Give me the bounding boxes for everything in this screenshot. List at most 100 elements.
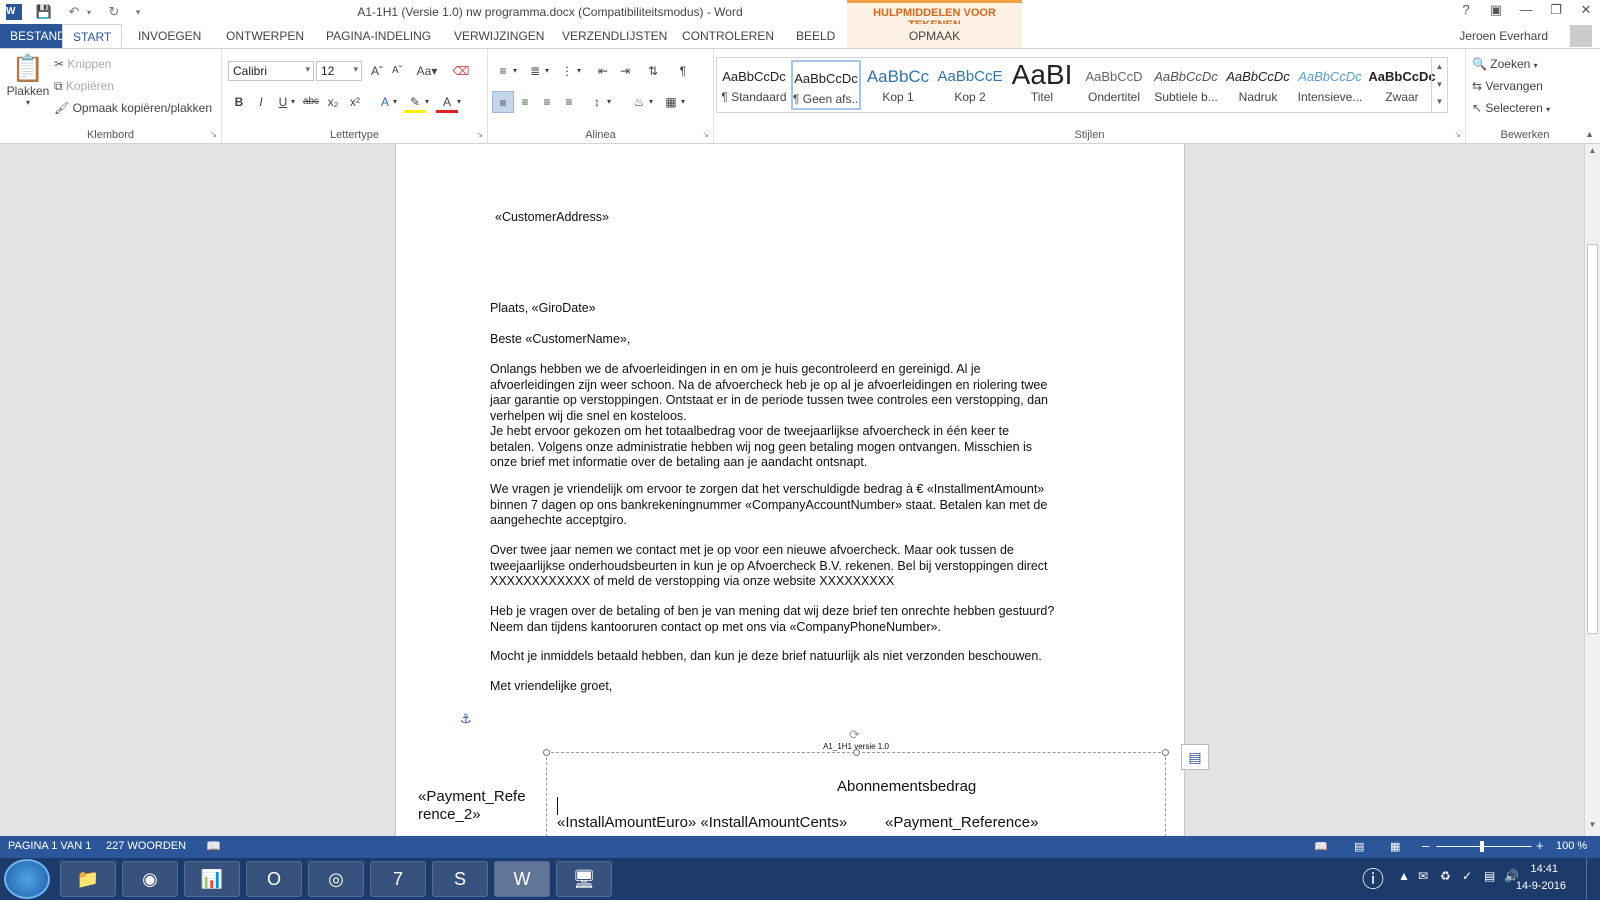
help-icon[interactable]: ? [1452, 2, 1480, 22]
chevron-down-icon[interactable]: ▼ [1432, 76, 1447, 94]
tab-ontwerpen[interactable]: ONTWERPEN [216, 24, 314, 48]
user-name[interactable]: Jeroen Everhard [1459, 24, 1548, 48]
more-styles-icon[interactable]: ▼ [1432, 94, 1447, 110]
find-button[interactable]: 🔍 Zoeken ▾ [1472, 57, 1538, 71]
justify-icon[interactable]: ≡ [558, 91, 580, 113]
tab-start[interactable]: START [62, 24, 123, 48]
resize-handle[interactable] [1162, 749, 1169, 756]
page-count[interactable]: PAGINA 1 VAN 1 [8, 840, 91, 852]
outlook-tray-icon[interactable]: ✉ [1418, 869, 1428, 883]
chevron-up-icon[interactable]: ▲ [1432, 58, 1447, 76]
copy-button[interactable]: ⧉ Kopiëren [54, 79, 114, 94]
show-desktop-button[interactable] [1586, 858, 1600, 900]
style-ondertitel[interactable]: AaBbCcD Ondertitel [1079, 60, 1149, 110]
paragraph-launcher-icon[interactable]: ↘ [702, 130, 709, 139]
resize-handle[interactable] [853, 749, 860, 756]
replace-button[interactable]: ⇆ Vervangen [1472, 79, 1543, 93]
collapse-ribbon-icon[interactable]: ▲ [1585, 129, 1594, 139]
font-color-dropdown-icon[interactable]: ▾ [454, 91, 464, 113]
firefox-icon[interactable]: ◉ [122, 861, 178, 897]
minimize-icon[interactable]: — [1512, 2, 1540, 22]
style-titel[interactable]: AaBI Titel [1007, 60, 1077, 110]
text-effects-dropdown-icon[interactable]: ▾ [390, 91, 400, 113]
pilcrow-icon[interactable]: ¶ [672, 60, 694, 82]
clock-date[interactable]: 14-9-2016 [1516, 880, 1566, 892]
spreadsheet-app-icon[interactable]: 📊 [184, 861, 240, 897]
tab-invoegen[interactable]: INVOEGEN [128, 24, 211, 48]
increase-indent-icon[interactable]: ⇥ [614, 60, 636, 82]
skype-icon[interactable]: S [432, 861, 488, 897]
layout-options-icon[interactable]: ▤ [1181, 744, 1209, 770]
styles-launcher-icon[interactable]: ↘ [1454, 130, 1461, 139]
proofing-icon[interactable]: 📖 [206, 839, 221, 853]
style-zwaar[interactable]: AaBbCcDc Zwaar [1367, 60, 1437, 110]
paste-button[interactable]: 📋 Plakken ▾ [6, 53, 50, 107]
close-icon[interactable]: ✕ [1572, 2, 1600, 22]
font-name-combo[interactable]: Calibri ▾ [228, 61, 314, 81]
scroll-up-icon[interactable]: ▲ [1585, 146, 1600, 160]
zoom-level[interactable]: 100 % [1556, 840, 1587, 852]
file-explorer-icon[interactable]: 📁 [60, 861, 116, 897]
remote-desktop-icon[interactable]: 🖥 [556, 861, 612, 897]
clear-formatting-icon[interactable]: ⌫ [450, 60, 472, 82]
tab-verzendlijsten[interactable]: VERZENDLIJSTEN [552, 24, 677, 48]
clipboard-launcher-icon[interactable]: ↘ [210, 130, 217, 139]
rotate-handle-icon[interactable]: ⟳ [849, 727, 860, 743]
numbering-dropdown-icon[interactable]: ▾ [542, 60, 552, 82]
borders-dropdown-icon[interactable]: ▾ [678, 91, 688, 113]
style-geen-afstand[interactable]: AaBbCcDc ¶ Geen afs... [791, 60, 861, 110]
strikethrough-icon[interactable]: abc [300, 91, 322, 113]
bullets-dropdown-icon[interactable]: ▾ [510, 60, 520, 82]
style-kop-1[interactable]: AaBbCc Kop 1 [863, 60, 933, 110]
shrink-font-icon[interactable]: Aˇ [386, 60, 408, 82]
maximize-icon[interactable]: ❐ [1542, 2, 1570, 22]
bold-icon[interactable]: B [228, 91, 250, 113]
change-case-icon[interactable]: Aa▾ [412, 60, 442, 82]
zoom-slider-thumb[interactable] [1480, 841, 1484, 852]
word-taskbar-icon[interactable]: W [494, 861, 550, 897]
seven-zip-icon[interactable]: 7 [370, 861, 426, 897]
align-left-icon[interactable]: ≡ [492, 91, 514, 113]
avatar[interactable] [1570, 25, 1592, 47]
zoom-slider[interactable] [1436, 846, 1532, 847]
italic-icon[interactable]: I [250, 91, 272, 113]
superscript-icon[interactable]: x² [344, 91, 366, 113]
font-size-combo[interactable]: 12 ▾ [316, 61, 362, 81]
format-painter-button[interactable]: 🖌 Opmaak kopiëren/plakken [54, 101, 212, 115]
tab-beeld[interactable]: BEELD [786, 24, 845, 48]
style-standaard[interactable]: AaBbCcDc ¶ Standaard [719, 60, 789, 110]
style-subtiele-benadrukking[interactable]: AaBbCcDc Subtiele b... [1151, 60, 1221, 110]
style-kop-2[interactable]: AaBbCcE Kop 2 [935, 60, 1005, 110]
shading-dropdown-icon[interactable]: ▾ [646, 91, 656, 113]
anchor-icon[interactable]: ⚓ [460, 711, 472, 727]
print-layout-icon[interactable]: ▤ [1354, 840, 1364, 853]
grow-font-icon[interactable]: Aˆ [366, 60, 388, 82]
show-hidden-icons-icon[interactable]: ▲ [1398, 869, 1410, 883]
chrome-icon[interactable]: ◎ [308, 861, 364, 897]
tab-opmaak[interactable]: OPMAAK [847, 24, 1022, 48]
resize-handle[interactable] [543, 749, 550, 756]
scrollbar-thumb[interactable] [1587, 244, 1598, 634]
align-right-icon[interactable]: ≡ [536, 91, 558, 113]
highlight-dropdown-icon[interactable]: ▾ [422, 91, 432, 113]
decrease-indent-icon[interactable]: ⇤ [592, 60, 614, 82]
outlook-icon[interactable]: O [246, 861, 302, 897]
subscript-icon[interactable]: x₂ [322, 91, 344, 113]
font-launcher-icon[interactable]: ↘ [476, 130, 483, 139]
selected-text-box[interactable]: A1_1H1 versie 1.0 ⟳ Abonnementsbedrag «I… [543, 727, 1169, 836]
style-nadruk[interactable]: AaBbCcDc Nadruk [1223, 60, 1293, 110]
tab-pagina-indeling[interactable]: PAGINA-INDELING [316, 24, 441, 48]
cut-button[interactable]: ✂ Knippen [54, 57, 111, 71]
word-count[interactable]: 227 WOORDEN [106, 840, 186, 852]
style-intensieve-nadruk[interactable]: AaBbCcDc Intensieve... [1295, 60, 1365, 110]
read-mode-icon[interactable]: 📖 [1314, 840, 1328, 853]
tab-verwijzingen[interactable]: VERWIJZINGEN [444, 24, 554, 48]
help-circle-icon[interactable]: ⓘ [1362, 862, 1384, 894]
vertical-scrollbar[interactable]: ▲ ▼ [1584, 144, 1600, 836]
sort-icon[interactable]: ⇅ [642, 60, 664, 82]
clock-time[interactable]: 14:41 [1530, 863, 1558, 875]
start-button[interactable] [4, 859, 50, 899]
tab-controleren[interactable]: CONTROLEREN [672, 24, 784, 48]
web-layout-icon[interactable]: ▦ [1390, 840, 1400, 853]
zoom-out-icon[interactable]: – [1422, 838, 1429, 853]
